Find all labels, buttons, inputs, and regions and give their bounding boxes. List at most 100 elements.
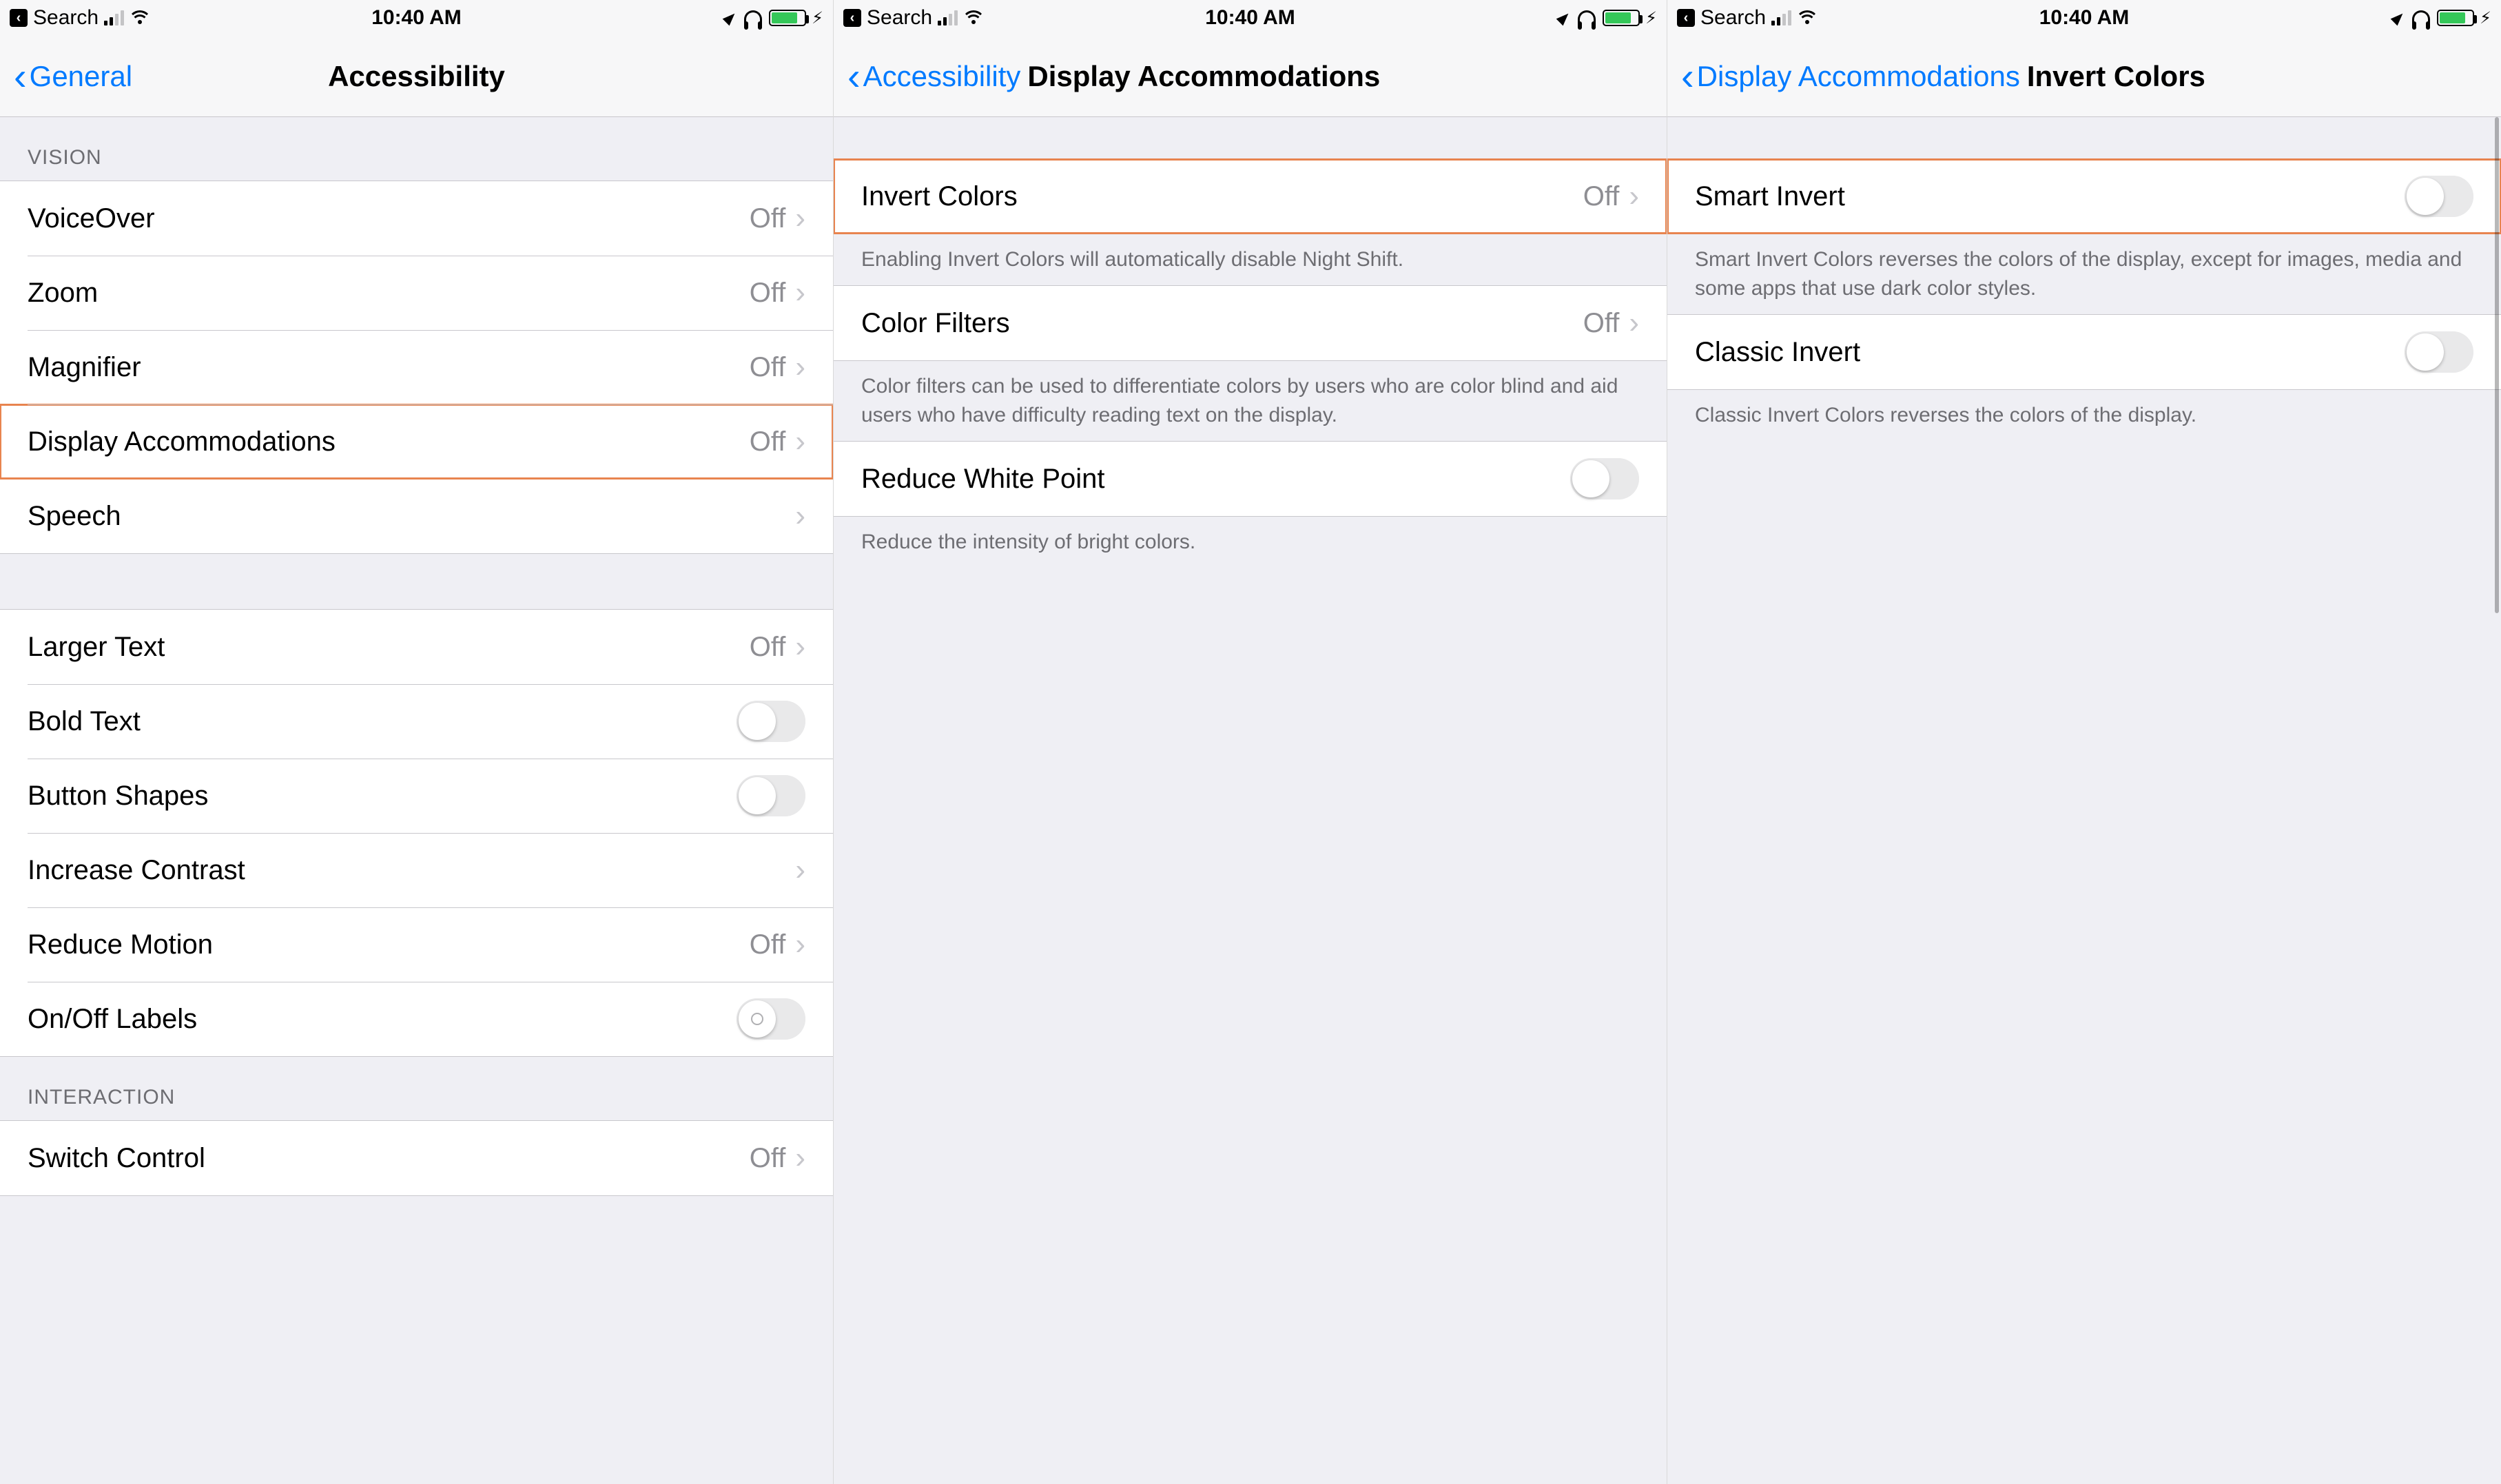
- clock-time: 10:40 AM: [371, 6, 462, 30]
- row-label: Magnifier: [28, 352, 750, 383]
- row-zoom[interactable]: Zoom Off ›: [0, 256, 833, 330]
- cellular-signal-icon: [1771, 10, 1791, 25]
- row-voiceover[interactable]: VoiceOver Off ›: [0, 181, 833, 256]
- chevron-right-icon: ›: [795, 853, 805, 887]
- charging-icon: ⚡︎: [2480, 8, 2491, 28]
- list-invert: Invert Colors Off ›: [834, 158, 1667, 234]
- back-to-app-icon[interactable]: ‹: [843, 9, 861, 27]
- row-label: Switch Control: [28, 1143, 750, 1174]
- back-to-app-icon[interactable]: ‹: [10, 9, 28, 27]
- status-bar: ‹ Search 10:40 AM ⚡︎: [1667, 0, 2501, 36]
- footer-filters: Color filters can be used to differentia…: [834, 361, 1667, 441]
- row-value: Off: [1583, 181, 1620, 212]
- content[interactable]: Invert Colors Off › Enabling Invert Colo…: [834, 117, 1667, 1484]
- row-classic-invert[interactable]: Classic Invert: [1667, 315, 2501, 389]
- nav-bar: ‹ Display Accommodations Invert Colors: [1667, 36, 2501, 117]
- list-classic-invert: Classic Invert: [1667, 314, 2501, 390]
- group-header-vision: VISION: [0, 117, 833, 181]
- row-invert-colors[interactable]: Invert Colors Off ›: [834, 159, 1667, 234]
- row-magnifier[interactable]: Magnifier Off ›: [0, 330, 833, 404]
- row-reduce-motion[interactable]: Reduce Motion Off ›: [0, 907, 833, 982]
- toggle-smart-invert[interactable]: [2405, 176, 2473, 217]
- footer-classic: Classic Invert Colors reverses the color…: [1667, 390, 2501, 441]
- screen-invert-colors: ‹ Search 10:40 AM ⚡︎ ‹ Display Accommoda…: [1667, 0, 2501, 1484]
- location-icon: [1556, 10, 1572, 26]
- row-value: Off: [750, 426, 786, 457]
- list-filters: Color Filters Off ›: [834, 285, 1667, 361]
- location-icon: [723, 10, 739, 26]
- charging-icon: ⚡︎: [1645, 8, 1657, 28]
- cellular-signal-icon: [104, 10, 124, 25]
- status-bar: ‹ Search 10:40 AM ⚡︎: [0, 0, 833, 36]
- back-to-app-label[interactable]: Search: [33, 6, 99, 30]
- row-speech[interactable]: Speech ›: [0, 479, 833, 553]
- toggle-classic-invert[interactable]: [2405, 331, 2473, 373]
- row-switch-control[interactable]: Switch Control Off ›: [0, 1121, 833, 1195]
- footer-invert: Enabling Invert Colors will automaticall…: [834, 234, 1667, 285]
- chevron-left-icon: ‹: [14, 57, 27, 96]
- headphones-icon: [1578, 10, 1596, 25]
- battery-icon: [2437, 10, 2474, 26]
- row-label: Larger Text: [28, 632, 750, 663]
- back-to-app-label[interactable]: Search: [867, 6, 932, 30]
- list-text-display: Larger Text Off › Bold Text Button Shape…: [0, 609, 833, 1057]
- content[interactable]: Smart Invert Smart Invert Colors reverse…: [1667, 117, 2501, 1484]
- charging-icon: ⚡︎: [812, 8, 823, 28]
- toggle-reduce-white-point[interactable]: [1570, 458, 1639, 499]
- row-label: Increase Contrast: [28, 855, 795, 886]
- back-to-app-label[interactable]: Search: [1700, 6, 1766, 30]
- list-vision: VoiceOver Off › Zoom Off › Magnifier Off…: [0, 181, 833, 554]
- back-button[interactable]: ‹ Display Accommodations: [1681, 57, 2020, 96]
- nav-bar: ‹ Accessibility Display Accommodations: [834, 36, 1667, 117]
- page-title: Accessibility: [328, 60, 505, 93]
- back-button[interactable]: ‹ Accessibility: [847, 57, 1020, 96]
- headphones-icon: [744, 10, 762, 25]
- content[interactable]: VISION VoiceOver Off › Zoom Off › Magnif…: [0, 117, 833, 1484]
- chevron-right-icon: ›: [795, 1141, 805, 1175]
- chevron-right-icon: ›: [795, 350, 805, 384]
- battery-icon: [769, 10, 806, 26]
- row-button-shapes[interactable]: Button Shapes: [0, 759, 833, 833]
- toggle-onoff-labels[interactable]: [737, 998, 805, 1040]
- nav-bar: ‹ General Accessibility: [0, 36, 833, 117]
- location-icon: [2391, 10, 2407, 26]
- row-onoff-labels[interactable]: On/Off Labels: [0, 982, 833, 1056]
- headphones-icon: [2412, 10, 2430, 25]
- row-smart-invert[interactable]: Smart Invert: [1667, 159, 2501, 234]
- row-reduce-white-point[interactable]: Reduce White Point: [834, 442, 1667, 516]
- row-value: Off: [750, 929, 786, 960]
- row-label: On/Off Labels: [28, 1004, 737, 1035]
- wifi-icon: [1797, 10, 1818, 25]
- row-label: Button Shapes: [28, 781, 737, 812]
- row-label: Zoom: [28, 278, 750, 309]
- list-interaction: Switch Control Off ›: [0, 1120, 833, 1196]
- back-button[interactable]: ‹ General: [14, 57, 132, 96]
- list-smart-invert: Smart Invert: [1667, 158, 2501, 234]
- row-label: Color Filters: [861, 308, 1583, 339]
- page-title: Display Accommodations: [1027, 60, 1380, 93]
- chevron-right-icon: ›: [795, 276, 805, 310]
- row-value: Off: [750, 352, 786, 383]
- clock-time: 10:40 AM: [2039, 6, 2130, 30]
- row-value: Off: [750, 203, 786, 234]
- toggle-button-shapes[interactable]: [737, 775, 805, 816]
- row-display-accommodations[interactable]: Display Accommodations Off ›: [0, 404, 833, 479]
- row-value: Off: [1583, 308, 1620, 339]
- chevron-right-icon: ›: [1629, 306, 1639, 340]
- row-color-filters[interactable]: Color Filters Off ›: [834, 286, 1667, 360]
- chevron-right-icon: ›: [795, 201, 805, 236]
- screen-display-accommodations: ‹ Search 10:40 AM ⚡︎ ‹ Accessibility Dis…: [834, 0, 1667, 1484]
- screen-accessibility: ‹ Search 10:40 AM ⚡︎ ‹ General Accessibi…: [0, 0, 834, 1484]
- row-label: Classic Invert: [1695, 337, 2405, 368]
- row-label: Invert Colors: [861, 181, 1583, 212]
- back-label: Display Accommodations: [1697, 60, 2020, 93]
- row-increase-contrast[interactable]: Increase Contrast ›: [0, 833, 833, 907]
- group-header-interaction: INTERACTION: [0, 1057, 833, 1120]
- row-bold-text[interactable]: Bold Text: [0, 684, 833, 759]
- row-label: Bold Text: [28, 706, 737, 737]
- toggle-bold-text[interactable]: [737, 701, 805, 742]
- wifi-icon: [130, 10, 150, 25]
- row-larger-text[interactable]: Larger Text Off ›: [0, 610, 833, 684]
- clock-time: 10:40 AM: [1205, 6, 1295, 30]
- back-to-app-icon[interactable]: ‹: [1677, 9, 1695, 27]
